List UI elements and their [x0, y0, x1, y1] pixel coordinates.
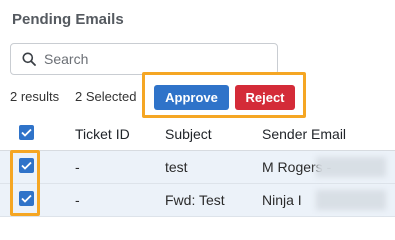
- page-title: Pending Emails: [12, 11, 124, 28]
- table-header: Ticket ID Subject Sender Email: [0, 118, 395, 151]
- redacted-blur: [316, 157, 386, 177]
- search-icon: [22, 52, 36, 66]
- table-row[interactable]: - Fwd: Test Ninja I: [0, 184, 395, 217]
- check-icon: [21, 128, 32, 137]
- reject-button[interactable]: Reject: [235, 85, 295, 110]
- subject-cell: test: [165, 159, 188, 175]
- check-icon: [21, 161, 32, 170]
- select-all-checkbox[interactable]: [19, 125, 34, 140]
- sender-email-cell: Ninja I: [262, 192, 302, 208]
- ticket-id-cell: -: [75, 192, 80, 208]
- row-checkbox[interactable]: [19, 191, 34, 206]
- column-header-subject[interactable]: Subject: [165, 126, 212, 142]
- bulk-actions-highlight: Approve Reject: [142, 72, 306, 118]
- column-header-ticket-id[interactable]: Ticket ID: [75, 126, 130, 142]
- redacted-blur: [316, 190, 386, 210]
- subject-cell: Fwd: Test: [165, 192, 225, 208]
- check-icon: [21, 194, 32, 203]
- search-input[interactable]: [44, 51, 244, 67]
- table-row[interactable]: - test M Rogers -: [0, 151, 395, 184]
- search-box[interactable]: [10, 43, 278, 75]
- row-checkbox[interactable]: [19, 158, 34, 173]
- ticket-id-cell: -: [75, 159, 80, 175]
- selected-count: 2 Selected: [75, 89, 137, 104]
- column-header-sender-email[interactable]: Sender Email: [262, 126, 346, 142]
- results-count: 2 results: [10, 89, 60, 104]
- approve-button[interactable]: Approve: [154, 85, 229, 110]
